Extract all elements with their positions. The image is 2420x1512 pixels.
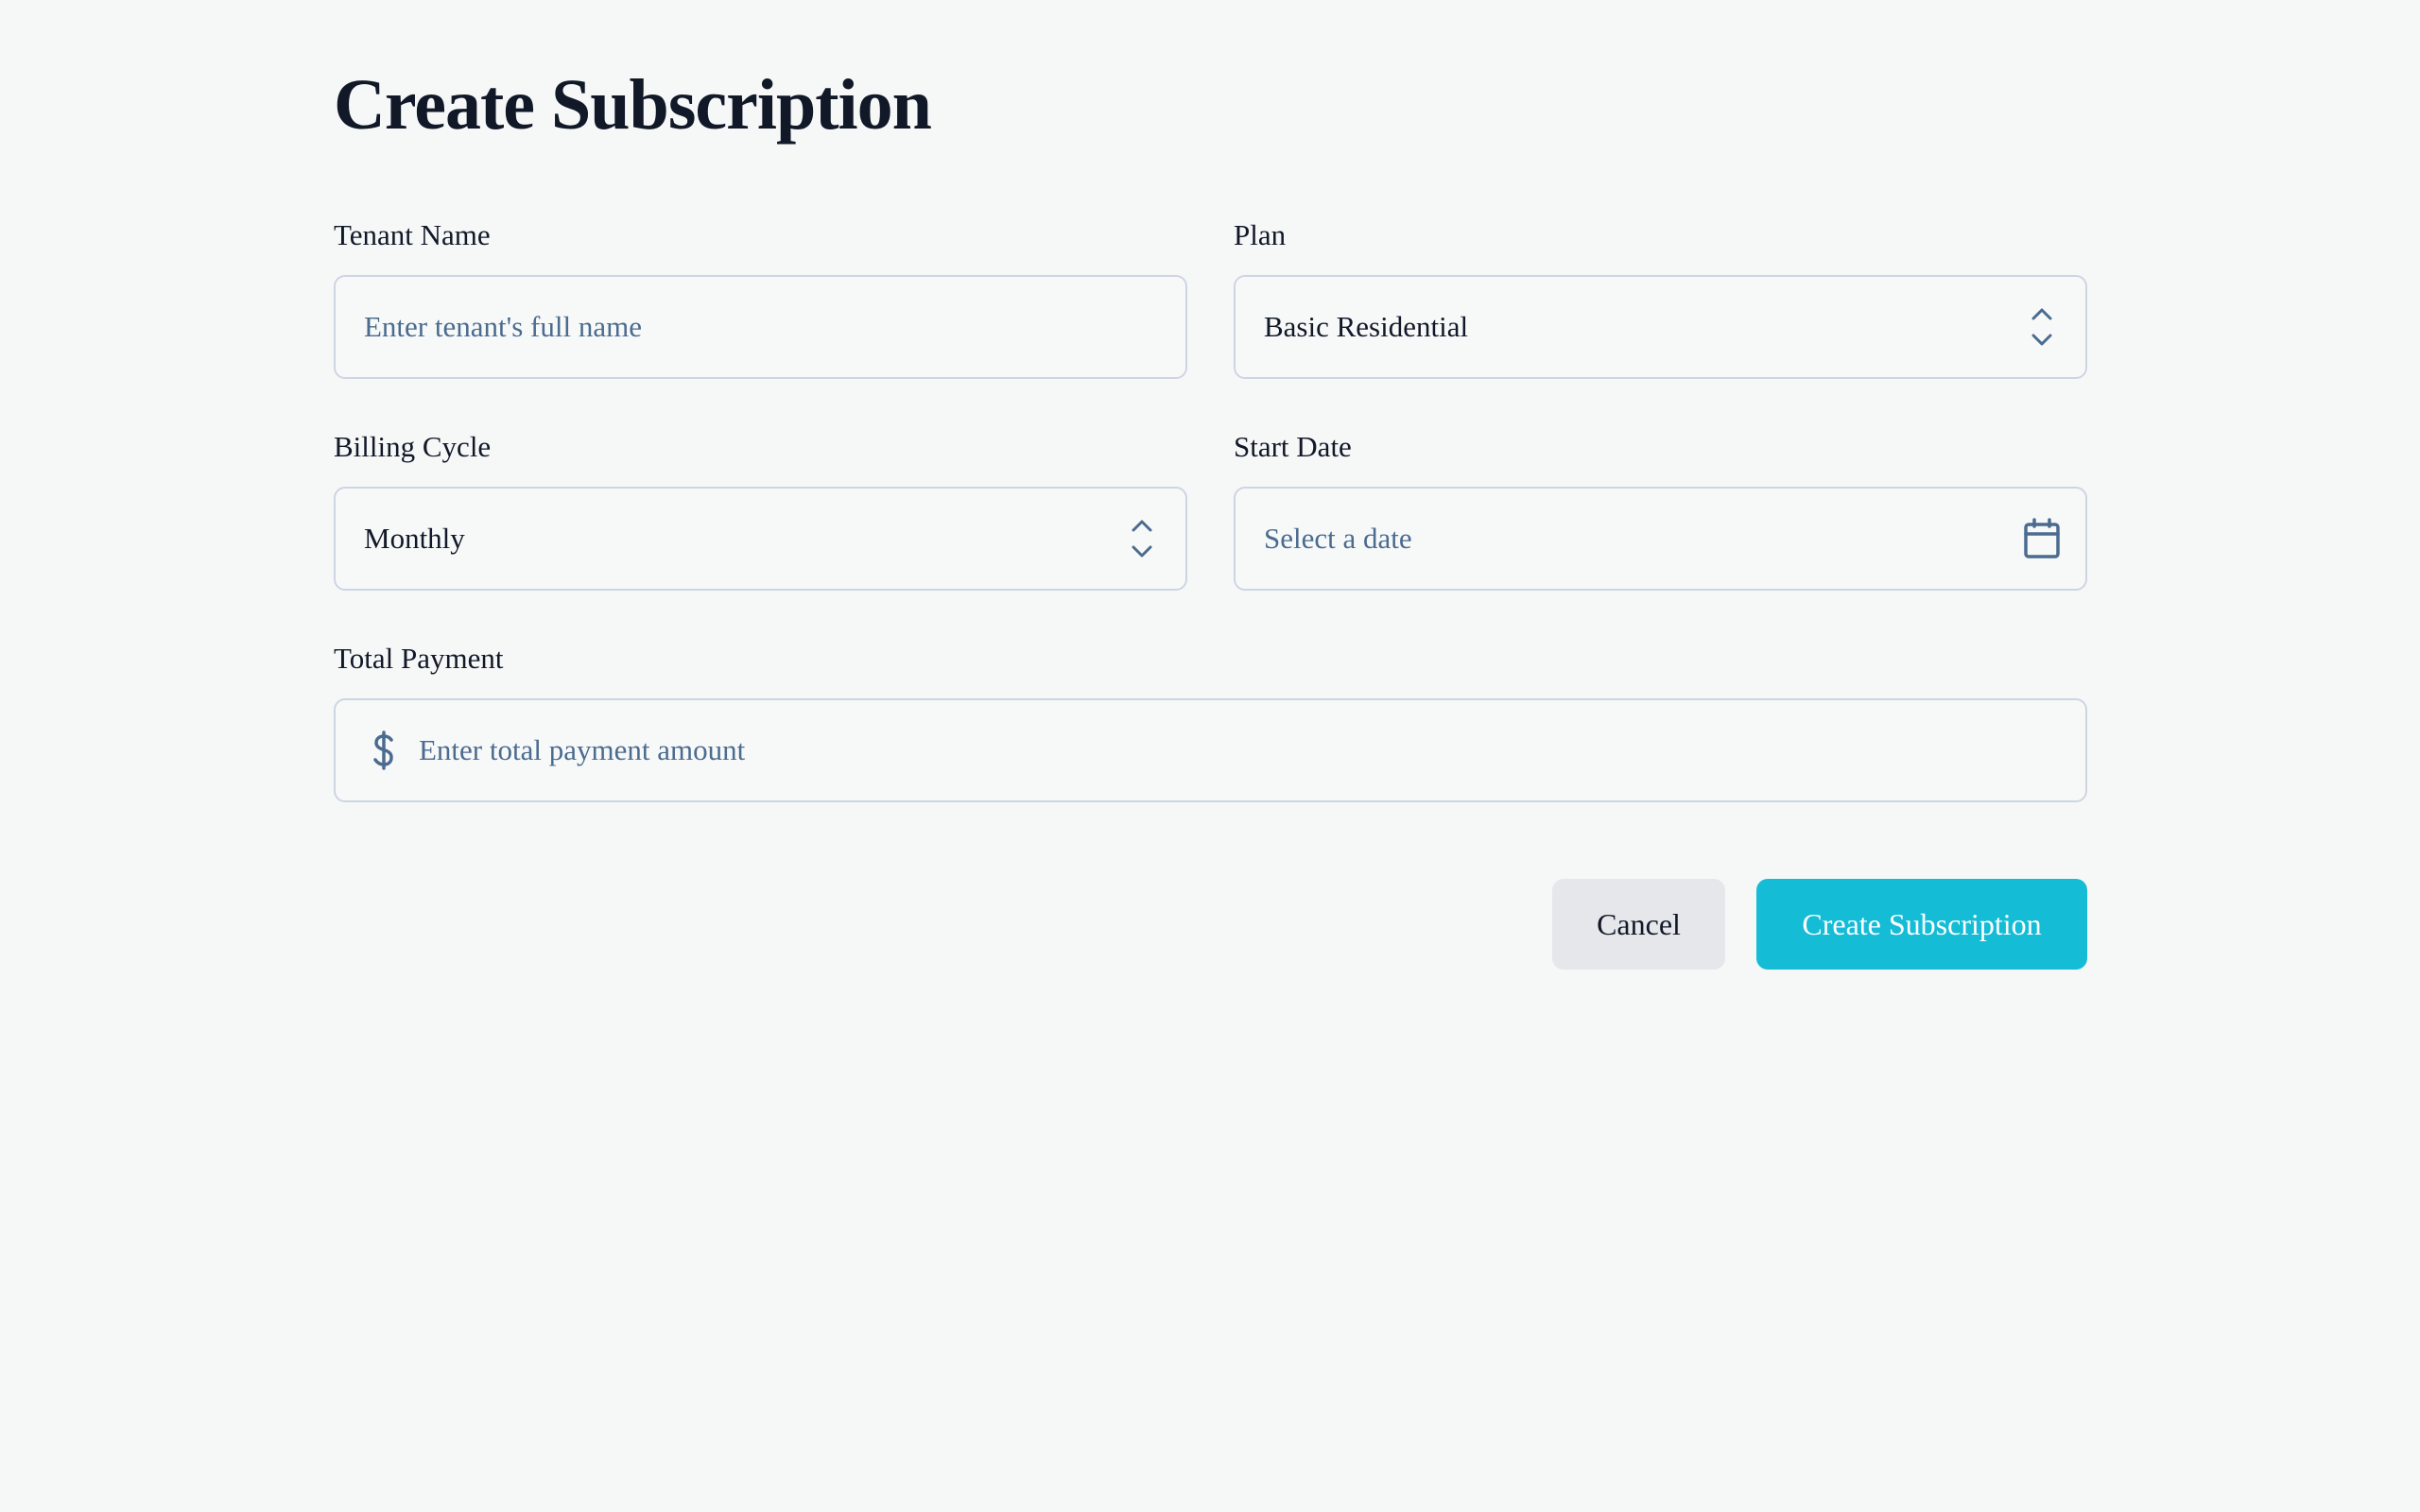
total-payment-field[interactable] [334, 698, 2087, 802]
cancel-button[interactable]: Cancel [1552, 879, 1725, 970]
tenant-name-field[interactable] [334, 275, 1187, 379]
create-subscription-button[interactable]: Create Subscription [1756, 879, 2087, 970]
page-title: Create Subscription [334, 65, 932, 145]
calendar-icon[interactable] [2023, 516, 2061, 561]
total-payment-label: Total Payment [334, 642, 504, 675]
plan-selected-value: Basic Residential [1264, 310, 1469, 343]
total-payment-input[interactable] [419, 733, 2057, 767]
chevron-up-down-icon [2023, 304, 2061, 350]
start-date-label: Start Date [1234, 430, 1352, 463]
billing-cycle-select[interactable]: Monthly [334, 487, 1187, 591]
plan-label: Plan [1234, 218, 1287, 251]
start-date-placeholder: Select a date [1264, 522, 1412, 555]
billing-cycle-selected-value: Monthly [364, 522, 465, 555]
chevron-up-down-icon [1123, 516, 1161, 561]
plan-select[interactable]: Basic Residential [1234, 275, 2087, 379]
tenant-name-label: Tenant Name [334, 218, 491, 251]
billing-cycle-label: Billing Cycle [334, 430, 492, 463]
dollar-icon [372, 730, 396, 771]
start-date-picker[interactable]: Select a date [1234, 487, 2087, 591]
tenant-name-input[interactable] [364, 310, 1157, 344]
